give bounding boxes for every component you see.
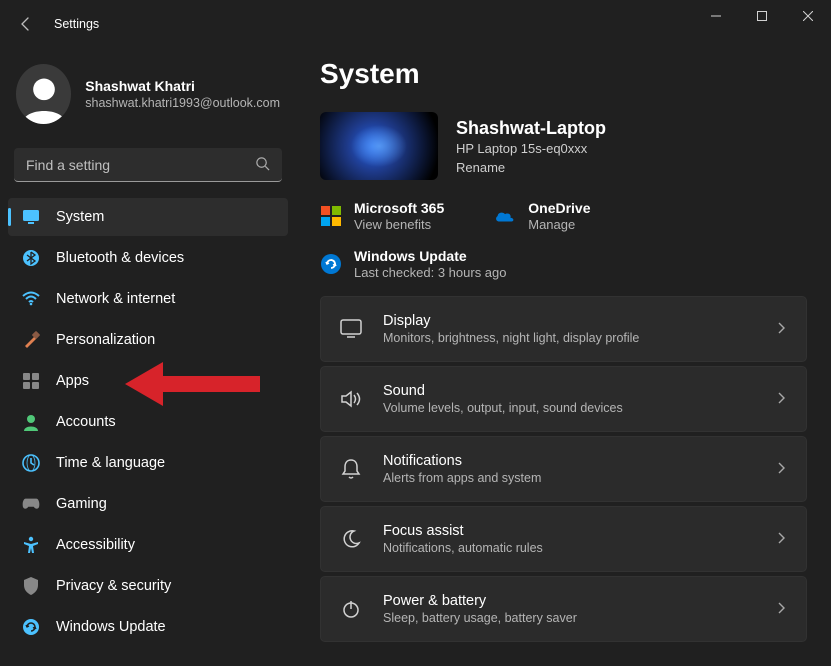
sound-icon xyxy=(339,389,363,409)
nav-label: Time & language xyxy=(56,455,165,471)
power-icon xyxy=(339,599,363,619)
chevron-right-icon xyxy=(774,391,788,408)
sidebar-item-accounts[interactable]: Accounts xyxy=(8,403,288,441)
sidebar-item-time-language[interactable]: Time & language xyxy=(8,444,288,482)
quick-m365-sub[interactable]: View benefits xyxy=(354,217,444,232)
display-icon xyxy=(22,208,40,226)
back-button[interactable] xyxy=(18,16,48,32)
m365-icon xyxy=(320,205,342,227)
wifi-icon xyxy=(22,290,40,308)
card-title: Power & battery xyxy=(383,593,754,609)
update-icon xyxy=(320,253,342,275)
device-model: HP Laptop 15s-eq0xxx xyxy=(456,141,606,156)
minimize-button[interactable] xyxy=(693,0,739,32)
quick-onedrive-sub[interactable]: Manage xyxy=(528,217,590,232)
avatar xyxy=(16,64,71,124)
quick-links-row-1: Microsoft 365 View benefits OneDrive Man… xyxy=(320,200,807,232)
clock-globe-icon xyxy=(22,454,40,472)
chevron-right-icon xyxy=(774,461,788,478)
display-icon xyxy=(339,319,363,339)
search-input[interactable] xyxy=(26,157,255,173)
card-subtitle: Sleep, battery usage, battery saver xyxy=(383,611,754,625)
nav-label: Accounts xyxy=(56,414,116,430)
sidebar-item-accessibility[interactable]: Accessibility xyxy=(8,526,288,564)
person-icon xyxy=(22,413,40,431)
user-email: shashwat.khatri1993@outlook.com xyxy=(85,96,280,110)
quick-update-title: Windows Update xyxy=(354,248,507,264)
brush-icon xyxy=(22,331,40,349)
nav-list: System Bluetooth & devices Network & inter… xyxy=(8,198,288,646)
chevron-right-icon xyxy=(774,531,788,548)
sidebar-item-gaming[interactable]: Gaming xyxy=(8,485,288,523)
quick-update-sub: Last checked: 3 hours ago xyxy=(354,265,507,280)
sidebar-item-network-internet[interactable]: Network & internet xyxy=(8,280,288,318)
gamepad-icon xyxy=(22,495,40,513)
settings-card-notifications[interactable]: Notifications Alerts from apps and syste… xyxy=(320,436,807,502)
nav-label: Bluetooth & devices xyxy=(56,250,184,266)
nav-label: Accessibility xyxy=(56,537,135,553)
settings-list: Display Monitors, brightness, night ligh… xyxy=(320,296,807,642)
user-name: Shashwat Khatri xyxy=(85,78,280,94)
quick-onedrive[interactable]: OneDrive Manage xyxy=(494,200,590,232)
window-controls xyxy=(693,0,831,32)
nav-label: Privacy & security xyxy=(56,578,171,594)
card-title: Focus assist xyxy=(383,523,754,539)
settings-card-display[interactable]: Display Monitors, brightness, night ligh… xyxy=(320,296,807,362)
maximize-button[interactable] xyxy=(739,0,785,32)
sidebar-item-personalization[interactable]: Personalization xyxy=(8,321,288,359)
accessibility-icon xyxy=(22,536,40,554)
card-title: Display xyxy=(383,313,754,329)
sidebar-item-system[interactable]: System xyxy=(8,198,288,236)
sidebar-item-apps[interactable]: Apps xyxy=(8,362,288,400)
card-subtitle: Notifications, automatic rules xyxy=(383,541,754,555)
card-subtitle: Monitors, brightness, night light, displ… xyxy=(383,331,754,345)
sidebar-item-privacy-security[interactable]: Privacy & security xyxy=(8,567,288,605)
chevron-right-icon xyxy=(774,601,788,618)
card-subtitle: Volume levels, output, input, sound devi… xyxy=(383,401,754,415)
quick-onedrive-title: OneDrive xyxy=(528,200,590,216)
quick-links-row-2: Windows Update Last checked: 3 hours ago xyxy=(320,248,807,280)
device-image xyxy=(320,112,438,180)
sidebar-item-windows-update[interactable]: Windows Update xyxy=(8,608,288,646)
window-title: Settings xyxy=(54,17,99,31)
rename-link[interactable]: Rename xyxy=(456,160,606,175)
update-icon xyxy=(22,618,40,636)
bell-icon xyxy=(339,458,363,480)
sidebar: Shashwat Khatri shashwat.khatri1993@outl… xyxy=(0,48,300,666)
sidebar-item-bluetooth-devices[interactable]: Bluetooth & devices xyxy=(8,239,288,277)
nav-label: Apps xyxy=(56,373,89,389)
search-box[interactable] xyxy=(14,148,282,182)
device-block: Shashwat-Laptop HP Laptop 15s-eq0xxx Ren… xyxy=(320,112,807,180)
nav-label: Network & internet xyxy=(56,291,175,307)
nav-label: Gaming xyxy=(56,496,107,512)
chevron-right-icon xyxy=(774,321,788,338)
user-profile[interactable]: Shashwat Khatri shashwat.khatri1993@outl… xyxy=(8,56,288,140)
nav-label: Windows Update xyxy=(56,619,166,635)
moon-icon xyxy=(339,529,363,549)
nav-label: System xyxy=(56,209,104,225)
settings-card-sound[interactable]: Sound Volume levels, output, input, soun… xyxy=(320,366,807,432)
quick-update[interactable]: Windows Update Last checked: 3 hours ago xyxy=(320,248,507,280)
card-subtitle: Alerts from apps and system xyxy=(383,471,754,485)
settings-card-power-battery[interactable]: Power & battery Sleep, battery usage, ba… xyxy=(320,576,807,642)
search-icon xyxy=(255,156,270,174)
device-name: Shashwat-Laptop xyxy=(456,118,606,139)
card-title: Sound xyxy=(383,383,754,399)
nav-label: Personalization xyxy=(56,332,155,348)
onedrive-icon xyxy=(494,205,516,227)
settings-card-focus-assist[interactable]: Focus assist Notifications, automatic ru… xyxy=(320,506,807,572)
bluetooth-icon xyxy=(22,249,40,267)
quick-m365-title: Microsoft 365 xyxy=(354,200,444,216)
shield-icon xyxy=(22,577,40,595)
close-button[interactable] xyxy=(785,0,831,32)
quick-m365[interactable]: Microsoft 365 View benefits xyxy=(320,200,444,232)
main-content: System Shashwat-Laptop HP Laptop 15s-eq0… xyxy=(300,48,831,666)
page-title: System xyxy=(320,58,807,90)
apps-icon xyxy=(22,372,40,390)
card-title: Notifications xyxy=(383,453,754,469)
